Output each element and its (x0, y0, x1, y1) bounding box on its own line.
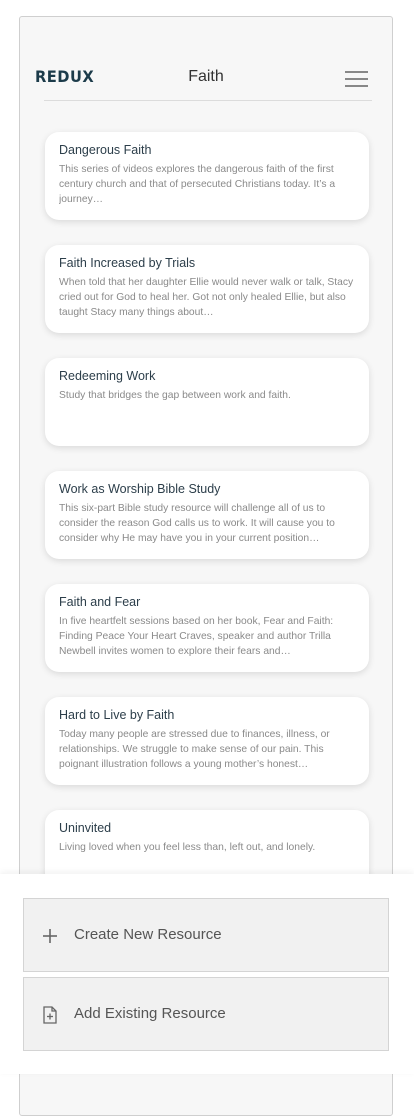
resource-description: This series of videos explores the dange… (59, 164, 336, 205)
resource-title: Uninvited (59, 821, 112, 835)
resource-card[interactable]: Dangerous Faith This series of videos ex… (45, 132, 369, 220)
header-divider (44, 100, 372, 101)
resource-title: Faith and Fear (59, 595, 141, 609)
resource-title: Work as Worship Bible Study (59, 482, 221, 496)
resource-description: Study that bridges the gap between work … (59, 390, 291, 401)
add-existing-resource-button[interactable]: Add Existing Resource (23, 977, 389, 1051)
resource-description: When told that her daughter Ellie would … (59, 277, 354, 318)
create-new-resource-label: Create New Resource (74, 926, 222, 943)
resource-title: Faith Increased by Trials (59, 256, 196, 270)
resource-card[interactable]: Work as Worship Bible Study This six-par… (45, 471, 369, 559)
page-title: Faith (188, 68, 224, 85)
resource-description: In five heartfelt sessions based on her … (59, 616, 334, 657)
bottom-action-panel: Create New Resource Add Existing Resourc… (0, 874, 414, 1074)
resource-title: Dangerous Faith (59, 143, 152, 157)
resource-card[interactable]: Hard to Live by Faith Today many people … (45, 697, 369, 785)
add-file-icon (43, 1006, 57, 1024)
plus-icon (43, 929, 57, 943)
create-new-resource-button[interactable]: Create New Resource (23, 898, 389, 972)
resource-card[interactable]: Redeeming Work Study that bridges the ga… (45, 358, 369, 446)
resource-description: Today many people are stressed due to fi… (59, 729, 330, 770)
resource-card[interactable]: Faith and Fear In five heartfelt session… (45, 584, 369, 672)
resource-title: Redeeming Work (59, 369, 156, 383)
resource-card[interactable]: Faith Increased by Trials When told that… (45, 245, 369, 333)
app-header: REDUX Faith (20, 17, 392, 101)
add-existing-resource-label: Add Existing Resource (74, 1005, 226, 1022)
hamburger-menu-icon[interactable] (345, 70, 369, 88)
resource-title: Hard to Live by Faith (59, 708, 175, 722)
resource-description: Living loved when you feel less than, le… (59, 842, 316, 853)
resource-description: This six-part Bible study resource will … (59, 503, 335, 544)
